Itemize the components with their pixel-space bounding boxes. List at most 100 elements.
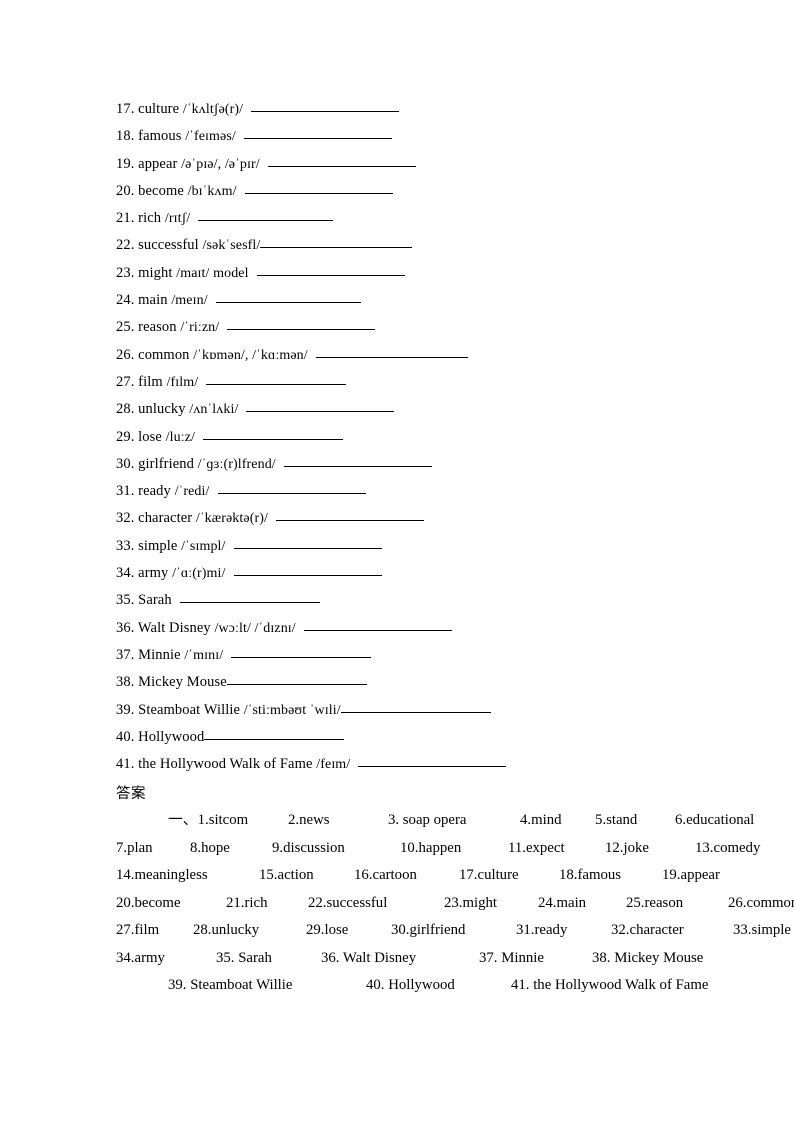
answer-entry: 6.educational [675, 812, 755, 829]
answer-blank[interactable] [231, 645, 372, 658]
answer-entry: 41. the Hollywood Walk of Fame [511, 977, 709, 994]
vocabulary-item: 19. appear /əˈpɪə/, /əˈpɪr/ [116, 151, 722, 178]
phonetic-transcription: /ˈkɒmən/, /ˈkɑːmən/ [193, 347, 308, 363]
item-number: 17. [116, 101, 135, 117]
vocabulary-item: 35. Sarah [116, 587, 722, 614]
answer-blank[interactable] [256, 263, 405, 276]
answer-blank[interactable] [215, 290, 361, 304]
vocabulary-item: 38. Mickey Mouse [116, 669, 722, 696]
answer-row: 27.film 28.unlucky 29.lose 30.girlfriend 31.… [116, 917, 791, 945]
vocabulary-word: become [138, 182, 184, 199]
vocabulary-word: unlucky [138, 401, 186, 418]
answer-blank[interactable] [303, 618, 452, 631]
item-number: 35. [116, 592, 135, 609]
answer-blank[interactable] [179, 590, 320, 604]
phonetic-transcription: /luːz/ [165, 429, 196, 445]
answer-entry: 27.film [116, 922, 160, 939]
answer-blank[interactable] [251, 99, 400, 112]
vocabulary-item: 29. lose /luːz/ [116, 424, 722, 451]
answer-blank[interactable] [233, 563, 382, 577]
vocabulary-word: appear [138, 155, 178, 172]
answer-entry: 13.comedy [695, 839, 761, 856]
answers-heading: 答案 [116, 786, 146, 803]
answer-entry: 33.simple [733, 922, 791, 939]
vocabulary-word: the Hollywood Walk of Fame [138, 756, 313, 773]
answer-blank[interactable] [315, 345, 468, 358]
item-number: 34. [116, 565, 135, 582]
vocabulary-item: 26. common /ˈkɒmən/, /ˈkɑːmən/ [116, 342, 722, 369]
answer-entry: 39. Steamboat Willie [168, 977, 293, 994]
vocabulary-word: Mickey Mouse [138, 674, 227, 691]
phonetic-transcription: /ˈsɪmpl/ [181, 538, 226, 554]
answer-blank[interactable] [203, 427, 344, 440]
answer-blank[interactable] [226, 672, 367, 686]
vocabulary-item: 37. Minnie /ˈmɪnɪ/ [116, 642, 722, 669]
phonetic-transcription: /ˈɡɜː(r)lfrend/ [197, 456, 276, 472]
answer-blank[interactable] [227, 317, 376, 331]
answer-blank[interactable] [246, 399, 395, 413]
answer-entry: 8.hope [190, 839, 230, 856]
answer-blank[interactable] [283, 454, 432, 467]
answer-entry: 30.girlfriend [391, 922, 466, 939]
answer-blank[interactable] [206, 372, 347, 385]
item-number: 31. [116, 483, 135, 500]
vocabulary-item: 41. the Hollywood Walk of Fame /feɪm/ [116, 751, 722, 778]
answer-blank[interactable] [275, 508, 424, 522]
answer-row: 14.meaningless 15.action 16.cartoon 17.cult… [116, 862, 722, 890]
vocabulary-word: girlfriend [138, 455, 194, 472]
answer-entry: 38. Mickey Mouse [592, 949, 704, 966]
phonetic-transcription: /ˈmɪnɪ/ [184, 647, 224, 663]
item-number: 26. [116, 346, 135, 363]
answer-blank[interactable] [204, 727, 345, 740]
answer-entry: 11.expect [508, 839, 565, 856]
answer-entry: 12.joke [605, 839, 649, 856]
answer-blank[interactable] [244, 181, 393, 194]
vocabulary-word: reason [138, 319, 177, 336]
answer-blank[interactable] [358, 754, 507, 768]
vocabulary-item: 21. rich /rɪtʃ/ [116, 205, 722, 232]
item-number: 41. [116, 756, 135, 773]
answer-entry: 16.cartoon [354, 867, 417, 884]
phonetic-transcription: /səkˈsesfl/ [202, 238, 261, 254]
answer-entry: 31.ready [516, 922, 568, 939]
answer-blank[interactable] [243, 126, 392, 140]
phonetic-transcription: /ˈkʌltʃə(r)/ [182, 102, 244, 117]
vocabulary-word: ready [138, 483, 171, 500]
item-number: 20. [116, 182, 135, 199]
answer-entry: 34.army [116, 949, 165, 966]
answer-blank[interactable] [233, 536, 382, 549]
answer-entry: 2.news [288, 812, 330, 829]
answer-blank[interactable] [260, 235, 413, 249]
answer-entry: 28.unlucky [193, 922, 260, 939]
answer-entry: 37. Minnie [479, 949, 544, 966]
answer-entry: 7.plan [116, 839, 153, 856]
vocabulary-item: 18. famous /ˈfeɪməs/ [116, 123, 722, 150]
answer-entry: 36. Walt Disney [321, 949, 417, 966]
answer-blank[interactable] [340, 700, 491, 713]
vocabulary-word: Minnie [138, 646, 181, 663]
vocabulary-word: successful [138, 237, 199, 254]
item-number: 21. [116, 210, 135, 227]
phonetic-transcription: /rɪtʃ/ [164, 211, 191, 227]
phonetic-transcription: /ˈriːzn/ [180, 320, 220, 336]
answer-blank[interactable] [198, 208, 334, 222]
item-number: 22. [116, 237, 135, 254]
vocabulary-word: character [138, 510, 193, 527]
answer-entry: 40. Hollywood [366, 977, 455, 994]
vocabulary-word: Walt Disney [137, 619, 211, 636]
vocabulary-word: film [138, 373, 163, 390]
answer-blank[interactable] [217, 481, 366, 495]
answer-row: 一、1.sitcom 2.news 3. soap opera 4.mind 5.sta… [116, 807, 754, 835]
answer-row: 20.become 21.rich 22.successful 23.might 24.… [116, 890, 794, 918]
answer-entry: 4.mind [520, 812, 562, 829]
answer-entry: 一、1.sitcom [168, 812, 249, 829]
answer-row: 39. Steamboat Willie 40. Hollywood 41. the… [116, 972, 722, 1000]
item-number: 24. [116, 292, 135, 309]
vocabulary-item: 39. Steamboat Willie /ˈstiːmbəʊt ˈwɪli/ [116, 697, 722, 724]
answer-blank[interactable] [267, 154, 416, 167]
phonetic-transcription: /ˈɑː(r)mi/ [172, 566, 226, 582]
vocabulary-word: Steamboat Willie [138, 701, 240, 718]
vocabulary-item: 27. film /fɪlm/ [116, 369, 722, 396]
answer-entry: 24.main [538, 894, 587, 911]
item-number: 28. [116, 401, 135, 418]
